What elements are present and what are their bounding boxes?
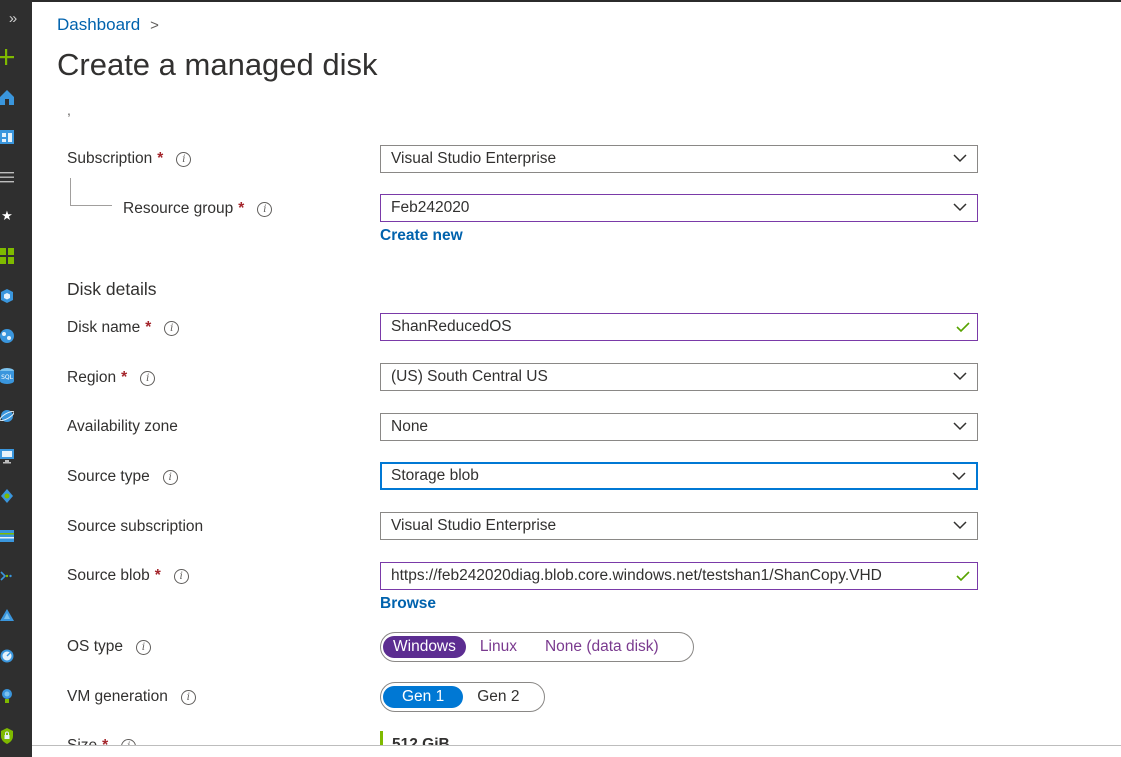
region-dropdown[interactable]: (US) South Central US (380, 363, 978, 391)
gen-option-2[interactable]: Gen 2 (463, 686, 533, 708)
sql-database-icon[interactable]: SQL (0, 368, 14, 384)
required-marker: * (121, 369, 128, 386)
valid-checkmark-icon (956, 571, 970, 582)
top-border (32, 0, 1121, 2)
source-type-label-row: Source type i (67, 468, 178, 486)
app-services-icon[interactable] (0, 328, 14, 344)
info-icon[interactable]: i (180, 689, 196, 705)
advisor-icon[interactable] (0, 688, 14, 704)
load-balancer-icon[interactable] (0, 488, 14, 504)
resource-group-label: Resource group (123, 200, 234, 217)
menu-icon[interactable] (0, 169, 14, 185)
chevron-down-icon (953, 203, 967, 212)
subscription-dropdown[interactable]: Visual Studio Enterprise (380, 145, 978, 173)
required-marker: * (157, 150, 164, 167)
os-option-none[interactable]: None (data disk) (531, 636, 673, 658)
os-type-toggle: Windows Linux None (data disk) (380, 632, 694, 662)
info-icon[interactable]: i (176, 151, 192, 167)
source-subscription-label-row: Source subscription (67, 518, 203, 536)
security-center-icon[interactable] (0, 728, 14, 744)
required-marker: * (145, 319, 152, 336)
info-icon[interactable]: i (162, 469, 178, 485)
breadcrumb-separator: > (150, 17, 159, 34)
chevron-down-icon (953, 521, 967, 530)
source-subscription-dropdown[interactable]: Visual Studio Enterprise (380, 512, 978, 540)
chevron-down-icon (953, 372, 967, 381)
azure-ad-icon[interactable] (0, 608, 14, 624)
source-type-label: Source type (67, 468, 150, 485)
scrolled-text-fragment: , (67, 102, 71, 118)
page-title: Create a managed disk (57, 47, 378, 82)
browse-link[interactable]: Browse (380, 595, 436, 613)
chevron-down-icon (953, 154, 967, 163)
chevron-down-icon (952, 472, 966, 481)
availability-zone-dropdown[interactable]: None (380, 413, 978, 441)
resource-group-label-row: Resource group * i (123, 200, 273, 218)
vm-generation-label: VM generation (67, 688, 168, 705)
source-blob-label-row: Source blob * i (67, 567, 189, 585)
favorites-star-icon[interactable]: ★ (0, 208, 14, 224)
footer-area (32, 746, 1121, 757)
info-icon[interactable]: i (140, 370, 156, 386)
monitor-icon[interactable] (0, 648, 14, 664)
resource-groups-icon[interactable] (0, 288, 14, 304)
disk-name-label-row: Disk name * i (67, 319, 180, 337)
availability-zone-label: Availability zone (67, 418, 178, 435)
os-option-windows[interactable]: Windows (383, 636, 466, 658)
subscription-label-row: Subscription * i (67, 150, 192, 168)
vm-generation-label-row: VM generation i (67, 688, 196, 706)
source-type-value: Storage blob (391, 467, 479, 484)
source-subscription-label: Source subscription (67, 518, 204, 535)
disk-name-label: Disk name (67, 319, 141, 336)
tree-connector-vertical (70, 178, 71, 205)
region-label-row: Region * i (67, 369, 156, 387)
required-marker: * (154, 567, 161, 584)
virtual-machines-icon[interactable] (0, 448, 14, 464)
vm-generation-toggle: Gen 1 Gen 2 (380, 682, 545, 712)
source-blob-input[interactable]: https://feb242020diag.blob.core.windows.… (380, 562, 978, 590)
breadcrumb: Dashboard > (57, 15, 159, 35)
source-blob-label: Source blob (67, 567, 150, 584)
availability-zone-value: None (391, 418, 429, 435)
disk-name-input[interactable]: ShanReducedOS (380, 313, 978, 341)
info-icon[interactable]: i (173, 568, 189, 584)
availability-zone-label-row: Availability zone (67, 418, 178, 436)
disk-name-value: ShanReducedOS (391, 318, 512, 335)
region-value: (US) South Central US (391, 368, 548, 385)
disk-details-heading: Disk details (67, 279, 157, 299)
expand-chevron-icon[interactable]: » (6, 11, 20, 27)
create-plus-icon[interactable] (0, 49, 14, 65)
source-blob-value: https://feb242020diag.blob.core.windows.… (391, 567, 882, 584)
os-type-label-row: OS type i (67, 638, 151, 656)
svg-text:SQL: SQL (1, 374, 14, 381)
create-new-link[interactable]: Create new (380, 227, 463, 245)
info-icon[interactable]: i (136, 639, 151, 655)
info-icon[interactable]: i (257, 201, 273, 217)
resource-group-value: Feb242020 (391, 199, 470, 216)
subscription-label: Subscription (67, 150, 153, 167)
cosmos-db-icon[interactable] (0, 408, 14, 424)
all-services-grid-icon[interactable] (0, 248, 14, 264)
info-icon[interactable]: i (164, 320, 180, 336)
valid-checkmark-icon (956, 322, 970, 333)
breadcrumb-dashboard-link[interactable]: Dashboard (57, 15, 140, 34)
virtual-networks-icon[interactable] (0, 568, 14, 584)
chevron-down-icon (953, 422, 967, 431)
source-subscription-value: Visual Studio Enterprise (391, 517, 557, 534)
subscription-value: Visual Studio Enterprise (391, 150, 557, 167)
region-label: Region (67, 369, 117, 386)
tree-connector-horizontal (70, 205, 112, 206)
dashboard-icon[interactable] (0, 129, 14, 145)
storage-accounts-icon[interactable] (0, 528, 14, 544)
resource-group-dropdown[interactable]: Feb242020 (380, 194, 978, 222)
portal-sidebar: » ★ SQL (0, 0, 32, 757)
gen-option-1[interactable]: Gen 1 (383, 686, 464, 708)
source-type-dropdown[interactable]: Storage blob (380, 462, 978, 490)
os-type-label: OS type (67, 638, 123, 655)
os-option-linux[interactable]: Linux (466, 636, 531, 658)
home-icon[interactable] (0, 89, 14, 105)
required-marker: * (238, 200, 245, 217)
